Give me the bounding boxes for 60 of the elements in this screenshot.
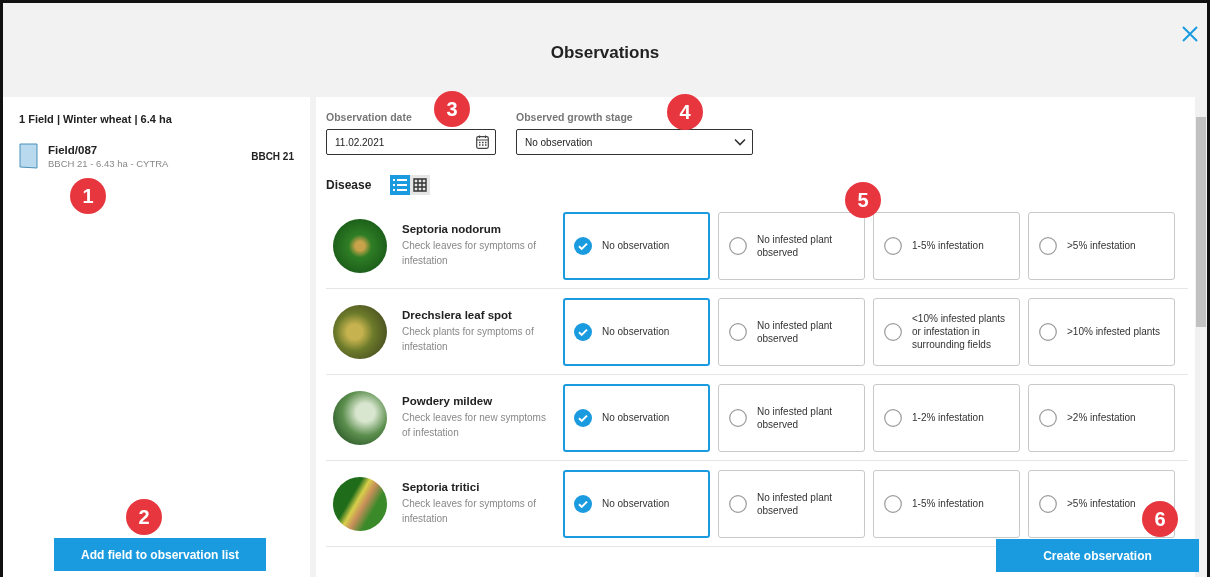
radio-icon bbox=[1039, 494, 1057, 513]
disease-name: Septoria nodorum bbox=[402, 223, 503, 235]
option-card[interactable]: >10% infested plants bbox=[1028, 297, 1175, 366]
option-card[interactable]: No infested plant observed bbox=[718, 297, 865, 366]
option-card[interactable]: No observation bbox=[563, 211, 710, 280]
section-title: Disease bbox=[326, 178, 372, 192]
grid-view-toggle[interactable] bbox=[410, 175, 431, 195]
option-card[interactable]: 1-5% infestation bbox=[873, 469, 1020, 538]
close-icon[interactable] bbox=[1181, 25, 1199, 43]
chevron-down-icon bbox=[734, 138, 746, 146]
growth-stage-dropdown[interactable]: No observation bbox=[516, 129, 753, 155]
field-label: Observation date bbox=[326, 111, 412, 123]
field-label: Observed growth stage bbox=[516, 111, 633, 123]
photo-placeholder bbox=[333, 218, 387, 273]
option-card[interactable]: No observation bbox=[563, 297, 710, 366]
disease-name: Drechslera leaf spot bbox=[402, 309, 513, 321]
radio-icon bbox=[729, 236, 747, 255]
option-card[interactable]: <10% infested plants or infestation in surrounding fields bbox=[873, 297, 1020, 366]
option-card[interactable]: No infested plant observed bbox=[718, 469, 865, 538]
disease-name: Powdery mildew bbox=[402, 395, 494, 407]
radio-icon bbox=[729, 322, 747, 341]
radio-icon bbox=[729, 408, 747, 427]
disease-name: Septoria tritici bbox=[402, 481, 481, 493]
disease-hint: Check leaves for new symptoms of infestation bbox=[402, 411, 547, 440]
field-name: Field/087 bbox=[48, 143, 99, 156]
checked-radio-icon bbox=[574, 322, 592, 341]
option-card[interactable]: >2% infestation bbox=[1028, 383, 1175, 452]
radio-icon bbox=[1039, 408, 1057, 427]
selection-summary: 1 Field | Winter wheat | 6.4 ha bbox=[19, 113, 173, 125]
radio-icon bbox=[884, 494, 902, 513]
radio-icon bbox=[884, 236, 902, 255]
option-card[interactable]: No infested plant observed bbox=[718, 383, 865, 452]
radio-icon bbox=[1039, 236, 1057, 255]
option-card[interactable]: 1-2% infestation bbox=[873, 383, 1020, 452]
option-card[interactable]: No infested plant observed bbox=[718, 211, 865, 280]
list-view-toggle[interactable] bbox=[390, 175, 411, 195]
window-title: Observations bbox=[550, 43, 660, 63]
radio-icon bbox=[884, 322, 902, 341]
date-field[interactable]: 11.02.2021 bbox=[326, 129, 496, 155]
photo-placeholder bbox=[333, 476, 387, 531]
option-card[interactable]: >5% infestation bbox=[1028, 211, 1175, 280]
field-shape-icon bbox=[19, 143, 38, 169]
disease-hint: Check plants for symptoms of infestation bbox=[402, 325, 535, 354]
photo-placeholder bbox=[333, 304, 387, 359]
photo-placeholder bbox=[333, 390, 387, 445]
checked-radio-icon bbox=[574, 408, 592, 427]
option-card[interactable]: No observation bbox=[563, 469, 710, 538]
field-details: BBCH 21 - 6.43 ha - CYTRA bbox=[48, 157, 169, 169]
checked-radio-icon bbox=[574, 494, 592, 513]
disease-hint: Check leaves for symptoms of infestation bbox=[402, 497, 537, 526]
radio-icon bbox=[729, 494, 747, 513]
calendar-icon[interactable] bbox=[476, 135, 489, 149]
option-card[interactable]: 1-5% infestation bbox=[873, 211, 1020, 280]
checked-radio-icon bbox=[574, 236, 592, 255]
radio-icon bbox=[884, 408, 902, 427]
disease-hint: Check leaves for symptoms of infestation bbox=[402, 239, 537, 268]
option-card[interactable]: No observation bbox=[563, 383, 710, 452]
radio-icon bbox=[1039, 322, 1057, 341]
scrollbar[interactable] bbox=[1195, 97, 1207, 577]
growth-stage-label: BBCH 21 bbox=[251, 150, 294, 162]
